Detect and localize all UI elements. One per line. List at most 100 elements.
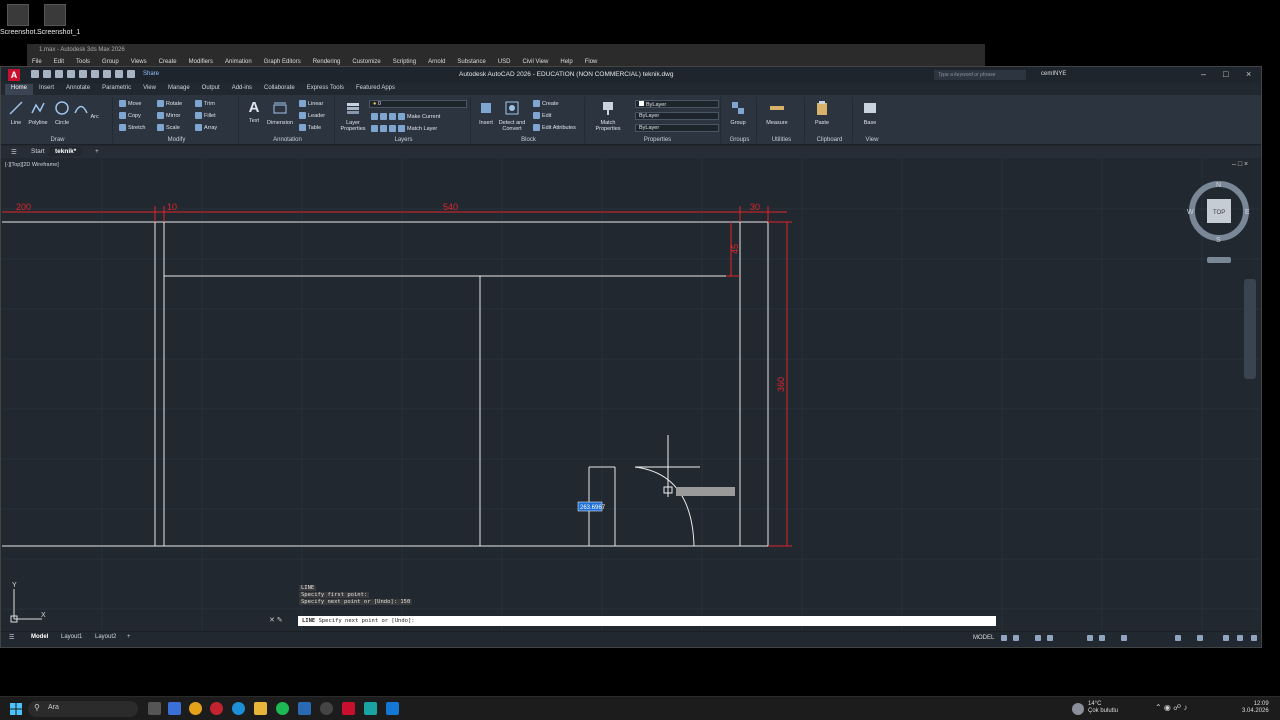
layer-properties-tool[interactable]: Layer Properties	[339, 100, 367, 132]
leader-tool[interactable]: Leader	[299, 112, 325, 119]
settings-gear-icon[interactable]	[1175, 635, 1181, 641]
taskbar-search[interactable]: ⚲ Ara	[28, 701, 138, 717]
fillet-tool[interactable]: Fillet	[195, 112, 216, 119]
fullscreen-icon[interactable]	[1237, 635, 1243, 641]
tab-teknik[interactable]: teknik*	[49, 147, 83, 156]
tab-manage[interactable]: Manage	[162, 84, 196, 95]
dim-text-360[interactable]: 360	[776, 377, 786, 392]
tab-home[interactable]: Home	[5, 84, 34, 95]
arc-tool[interactable]: Arc	[73, 100, 99, 120]
drawing-viewport[interactable]: 200 10 540 30 45 360 263.6967 Y X TOP N …	[2, 159, 1261, 634]
linear-dim-tool[interactable]: Linear	[299, 100, 323, 107]
clock[interactable]: 12:09 3.04.2026	[1242, 701, 1269, 715]
3dsmax-taskbar-icon[interactable]	[364, 702, 377, 715]
steam-icon[interactable]	[298, 702, 311, 715]
annotation-panel-title[interactable]: Annotation	[241, 137, 334, 143]
app-icon[interactable]	[320, 702, 333, 715]
new-icon[interactable]	[31, 70, 39, 78]
circle-tool[interactable]: Circle	[49, 100, 75, 126]
properties-panel-title[interactable]: Properties	[595, 137, 720, 143]
tab-express-tools[interactable]: Express Tools	[301, 84, 350, 95]
snipping-tool-icon[interactable]	[386, 702, 399, 715]
autocad-taskbar-icon[interactable]	[342, 702, 355, 715]
search-input[interactable]: Type a keyword or phrase	[934, 70, 1026, 80]
spotify-icon[interactable]	[276, 702, 289, 715]
desktop-icon-screenshot-1[interactable]: Screenshot_1	[37, 4, 80, 36]
layers-panel-title[interactable]: Layers	[337, 137, 470, 143]
command-line-input[interactable]: LINE Specify next point or [Undo]:	[298, 616, 996, 626]
dim-text-10[interactable]: 10	[167, 202, 177, 212]
scale-tool[interactable]: Scale	[157, 124, 180, 131]
otrack-toggle-icon[interactable]	[1099, 635, 1105, 641]
color-dropdown[interactable]: ByLayer	[635, 100, 719, 108]
save-as-icon[interactable]	[67, 70, 75, 78]
tab-view[interactable]: View	[137, 84, 162, 95]
dim-text-540[interactable]: 540	[443, 202, 458, 212]
polar-toggle-icon[interactable]	[1047, 635, 1053, 641]
annotation-scale-icon[interactable]	[1121, 635, 1127, 641]
task-view-icon[interactable]	[148, 702, 161, 715]
edit-block-tool[interactable]: Edit	[533, 112, 551, 119]
clipboard-panel-title[interactable]: Clipboard	[807, 137, 852, 143]
paste-tool[interactable]: Paste	[809, 100, 835, 126]
close-icon[interactable]: ×	[1246, 69, 1251, 79]
open-web-icon[interactable]	[79, 70, 87, 78]
match-properties-tool[interactable]: Match Properties	[595, 100, 621, 132]
viewcube-west[interactable]: W	[1187, 209, 1194, 216]
open-icon[interactable]	[43, 70, 51, 78]
dim-text-30[interactable]: 30	[750, 202, 760, 212]
groups-panel-title[interactable]: Groups	[723, 137, 756, 143]
add-icon[interactable]	[1197, 635, 1203, 641]
block-panel-title[interactable]: Block	[473, 137, 584, 143]
modify-panel-title[interactable]: Modify	[115, 137, 238, 143]
base-view-tool[interactable]: Base	[857, 100, 883, 126]
draw-panel-title[interactable]: Draw	[3, 137, 112, 143]
new-tab-icon[interactable]: +	[89, 147, 105, 156]
tab-model[interactable]: Model	[31, 634, 48, 640]
lineweight-dropdown[interactable]: ByLayer	[635, 112, 719, 120]
opera-icon[interactable]	[210, 702, 223, 715]
maximize-icon[interactable]: □	[1223, 69, 1228, 79]
tab-addins[interactable]: Add-ins	[226, 84, 258, 95]
tab-parametric[interactable]: Parametric	[96, 84, 137, 95]
layer-tools-row-1[interactable]: Make Current	[371, 113, 440, 120]
add-layout-icon[interactable]: +	[127, 634, 131, 640]
wall-lines[interactable]	[2, 221, 769, 547]
grid-toggle-icon[interactable]	[1001, 635, 1007, 641]
undo-icon[interactable]	[115, 70, 123, 78]
osnap-toggle-icon[interactable]	[1087, 635, 1093, 641]
create-block-tool[interactable]: Create	[533, 100, 559, 107]
layer-tools-row-2[interactable]: Match Layer	[371, 125, 437, 132]
layout-menu-icon[interactable]: ☰	[9, 634, 14, 641]
desktop-icon-screenshot[interactable]: Screenshot...	[0, 4, 41, 36]
isolate-icon[interactable]	[1223, 635, 1229, 641]
customize-menu-icon[interactable]	[1251, 635, 1257, 641]
drawing-canvas[interactable]: 200 10 540 30 45 360 263.6967 Y X TOP N …	[2, 159, 1261, 634]
file-explorer-icon[interactable]	[254, 702, 267, 715]
chrome-icon[interactable]	[189, 702, 202, 715]
detect-convert-tool[interactable]: Detect and Convert	[497, 100, 527, 132]
plot-icon[interactable]	[103, 70, 111, 78]
weather-widget[interactable]: 14°C Çok bulutlu	[1088, 701, 1118, 715]
windows-start-icon[interactable]	[10, 702, 22, 715]
minimize-icon[interactable]: –	[1201, 69, 1206, 79]
viewcube-north[interactable]: N	[1216, 182, 1221, 189]
dim-text-200[interactable]: 200	[16, 202, 31, 212]
share-button[interactable]: Share	[143, 71, 159, 77]
tab-insert[interactable]: Insert	[33, 84, 60, 95]
text-tool[interactable]: A Text	[241, 100, 267, 125]
tab-featured-apps[interactable]: Featured Apps	[350, 84, 401, 95]
dimension-lines[interactable]	[2, 206, 792, 547]
save-icon[interactable]	[55, 70, 63, 78]
model-space-toggle[interactable]: MODEL	[973, 635, 994, 641]
command-line-controls[interactable]: ✕ ✎	[269, 616, 283, 624]
viewcube-south[interactable]: S	[1216, 237, 1221, 244]
table-tool[interactable]: Table	[299, 124, 321, 131]
stretch-tool[interactable]: Stretch	[119, 124, 145, 131]
viewport-controls[interactable]: [-][Top][2D Wireframe]	[5, 162, 59, 168]
copy-tool[interactable]: Copy	[119, 112, 141, 119]
redo-icon[interactable]	[127, 70, 135, 78]
tab-start[interactable]: Start	[25, 147, 51, 156]
array-tool[interactable]: Array	[195, 124, 217, 131]
trim-tool[interactable]: Trim	[195, 100, 215, 107]
